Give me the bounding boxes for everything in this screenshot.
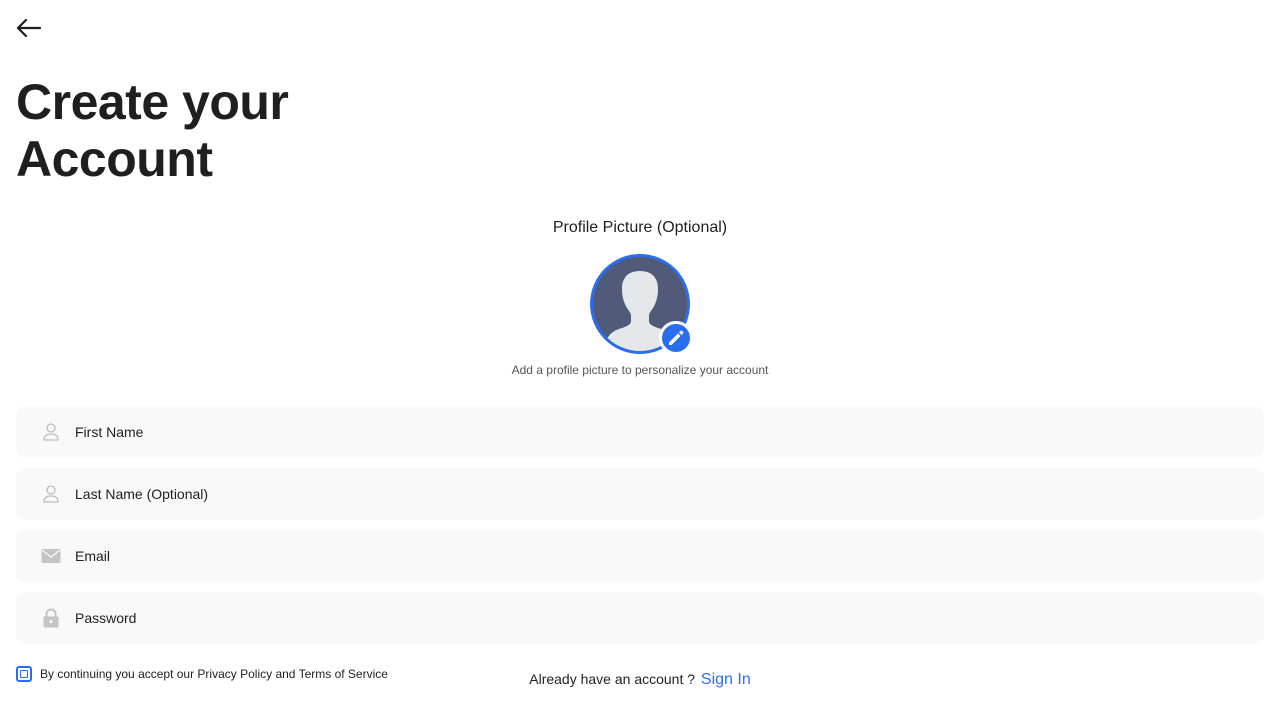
mail-icon bbox=[41, 546, 61, 566]
page-title-line2: Account bbox=[16, 131, 213, 187]
user-icon bbox=[41, 422, 61, 442]
lock-icon bbox=[41, 608, 61, 628]
back-button[interactable] bbox=[14, 16, 42, 40]
password-field[interactable] bbox=[16, 592, 1264, 644]
edit-avatar-button[interactable] bbox=[659, 321, 693, 355]
page-title: Create your Account bbox=[16, 74, 436, 188]
last-name-input[interactable] bbox=[75, 468, 1264, 520]
profile-picture-label: Profile Picture (Optional) bbox=[552, 219, 728, 236]
email-input[interactable] bbox=[75, 530, 1264, 582]
arrow-left-icon bbox=[16, 18, 42, 38]
last-name-field[interactable] bbox=[16, 468, 1264, 520]
pencil-icon bbox=[669, 330, 684, 345]
first-name-input[interactable] bbox=[75, 406, 1264, 458]
password-input[interactable] bbox=[75, 592, 1264, 644]
signin-prompt: Already have an account ? bbox=[529, 671, 696, 687]
page-title-line1: Create your bbox=[16, 74, 289, 130]
avatar-upload[interactable] bbox=[590, 254, 693, 355]
signin-link[interactable]: Sign In bbox=[701, 671, 751, 688]
profile-picture-hint: Add a profile picture to personalize you… bbox=[511, 363, 769, 377]
email-field[interactable] bbox=[16, 530, 1264, 582]
signin-row: Already have an account ? Sign In bbox=[0, 671, 1280, 689]
first-name-field[interactable] bbox=[16, 406, 1264, 458]
user-icon bbox=[41, 484, 61, 504]
